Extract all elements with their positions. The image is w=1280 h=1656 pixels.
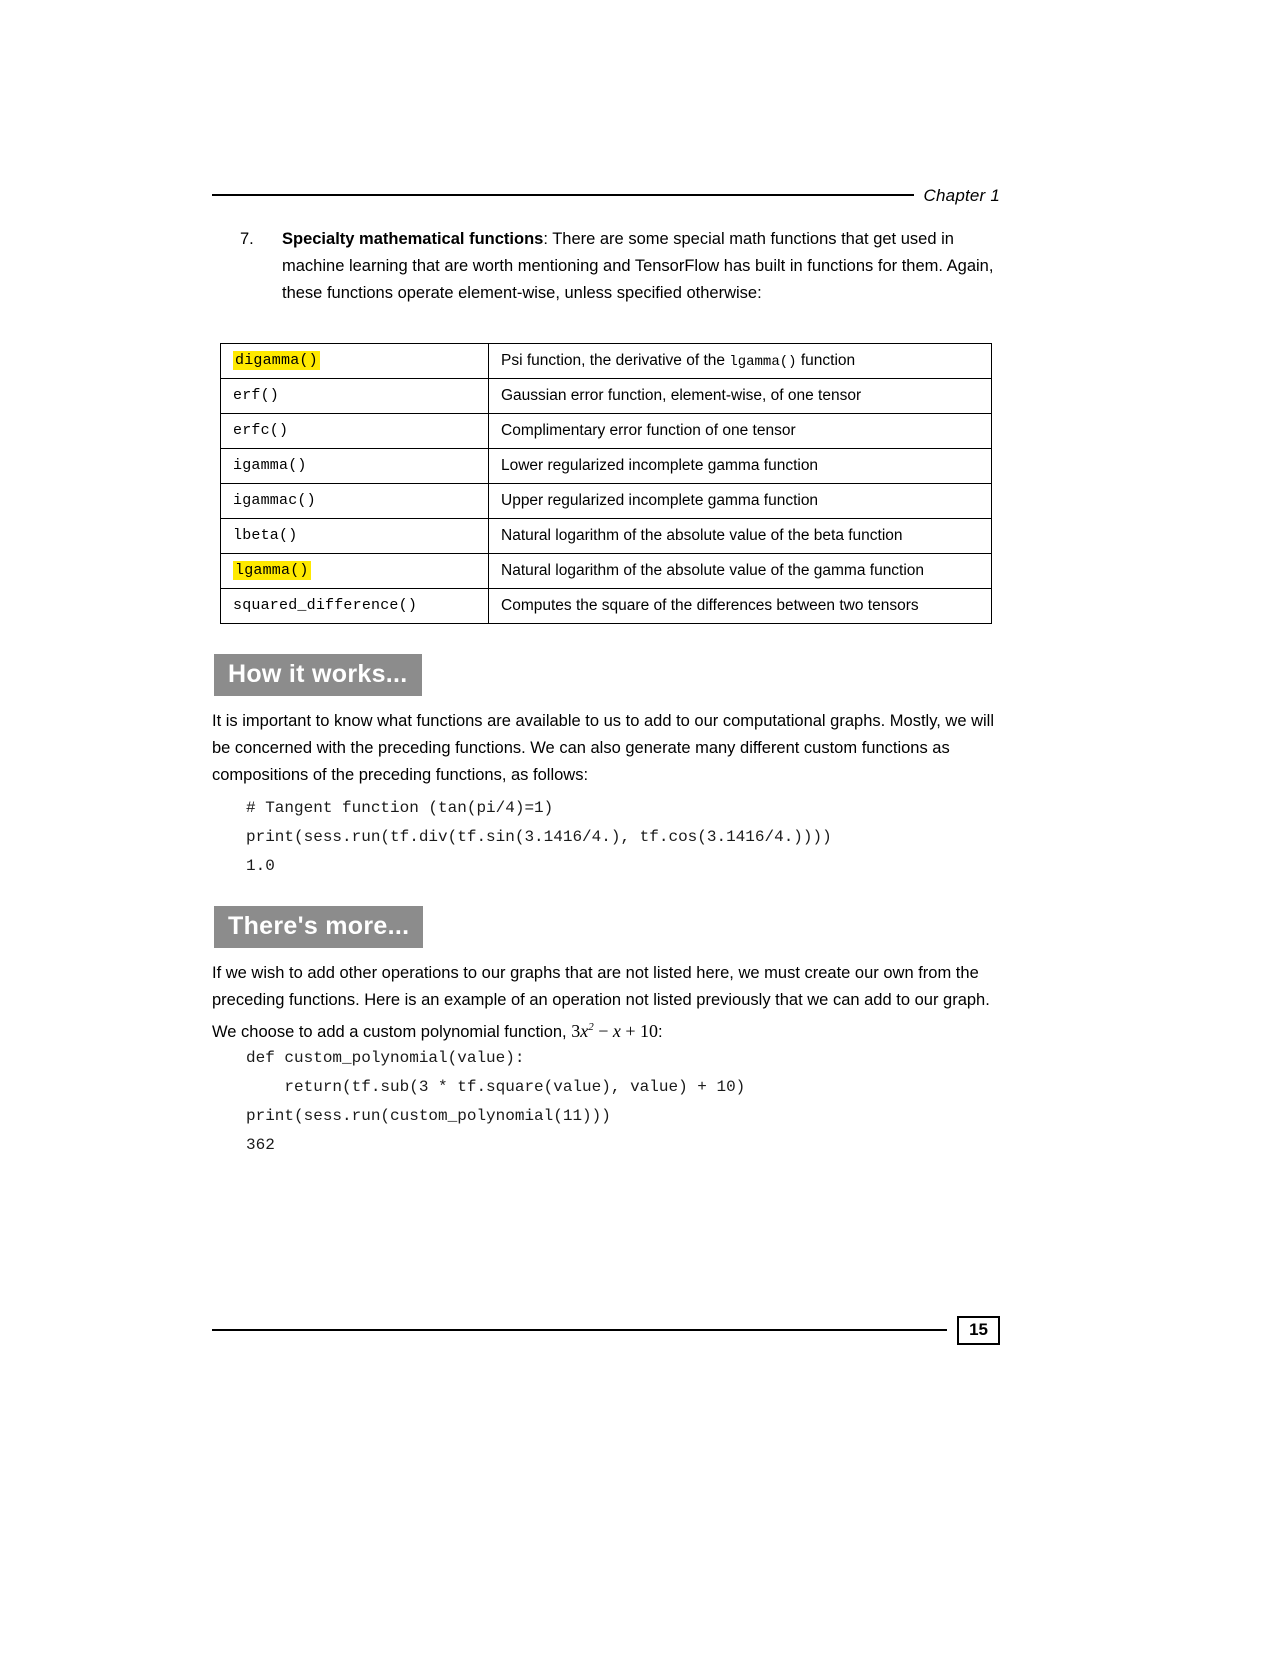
function-description-cell: Psi function, the derivative of the lgam… [488,343,992,379]
paragraph-theres-more: If we wish to add other operations to ou… [212,960,994,1046]
function-name: erfc() [233,422,289,439]
numbered-list-item: 7. Specialty mathematical functions: The… [240,226,1000,307]
table-row: erf() Gaussian error function, element-w… [220,378,992,414]
table-row: igammac() Upper regularized incomplete g… [220,483,992,519]
function-name-cell: digamma() [220,343,489,379]
function-name: igammac() [233,492,316,509]
paragraph-text-part2: : [658,1023,663,1041]
document-page: Chapter 1 7. Specialty mathematical func… [0,0,1280,1656]
function-description-cell: Complimentary error function of one tens… [488,413,992,449]
math-constant: 10 [640,1021,659,1041]
function-description-cell: Gaussian error function, element-wise, o… [488,378,992,414]
function-name: igamma() [233,457,307,474]
footer-rule [212,1329,948,1332]
function-name: digamma() [233,351,320,370]
section-heading-theres-more: There's more... [214,906,424,949]
math-coefficient: 3 [571,1021,581,1041]
header-rule [212,194,914,196]
math-minus-operator: − [593,1021,613,1041]
function-description-cell: Computes the square of the differences b… [488,588,992,624]
function-name: lgamma() [233,561,311,580]
running-header: Chapter 1 [212,186,1000,206]
function-name: lbeta() [233,527,298,544]
table-row: lbeta() Natural logarithm of the absolut… [220,518,992,554]
function-description-cell: Natural logarithm of the absolute value … [488,518,992,554]
function-name: squared_difference() [233,597,418,614]
function-name-cell: lgamma() [220,553,489,589]
function-name-cell: lbeta() [220,518,489,554]
list-item-marker: 7. [240,230,254,248]
code-block-tangent: # Tangent function (tan(pi/4)=1) print(s… [246,799,832,846]
code-block-custom-polynomial: def custom_polynomial(value): return(tf.… [246,1049,746,1154]
function-description-cell: Upper regularized incomplete gamma funct… [488,483,992,519]
chapter-label: Chapter 1 [923,186,1000,205]
table-row: digamma() Psi function, the derivative o… [220,343,992,379]
function-name-cell: igammac() [220,483,489,519]
function-name: erf() [233,387,280,404]
math-variable-2: x [612,1021,621,1041]
specialty-functions-table: digamma() Psi function, the derivative o… [220,343,992,624]
function-name-cell: erf() [220,378,489,414]
function-description-cell: Natural logarithm of the absolute value … [488,553,992,589]
math-plus-operator: + [620,1021,641,1041]
section-heading-how-it-works: How it works... [214,654,422,697]
page-footer: 15 [212,1316,1000,1345]
inline-code: lgamma() [729,353,797,370]
table-row: squared_difference() Computes the square… [220,588,992,624]
list-item-title: Specialty mathematical functions [282,230,544,248]
table-row: lgamma() Natural logarithm of the absolu… [220,553,992,589]
code-output-tangent: 1.0 [246,857,275,875]
table-body: digamma() Psi function, the derivative o… [220,343,992,624]
table-row: igamma() Lower regularized incomplete ga… [220,448,992,484]
list-item-body: Specialty mathematical functions: There … [282,226,1000,307]
page-number: 15 [957,1316,1000,1345]
description-text-after: function [796,351,856,369]
function-name-cell: squared_difference() [220,588,489,624]
math-expression: 3x2 − x + 10 [571,1021,658,1041]
function-name-cell: igamma() [220,448,489,484]
function-name-cell: erfc() [220,413,489,449]
function-description-cell: Lower regularized incomplete gamma funct… [488,448,992,484]
paragraph-how-it-works: It is important to know what functions a… [212,712,995,784]
table-row: erfc() Complimentary error function of o… [220,413,992,449]
description-text-before: Psi function, the derivative of the [501,351,730,369]
